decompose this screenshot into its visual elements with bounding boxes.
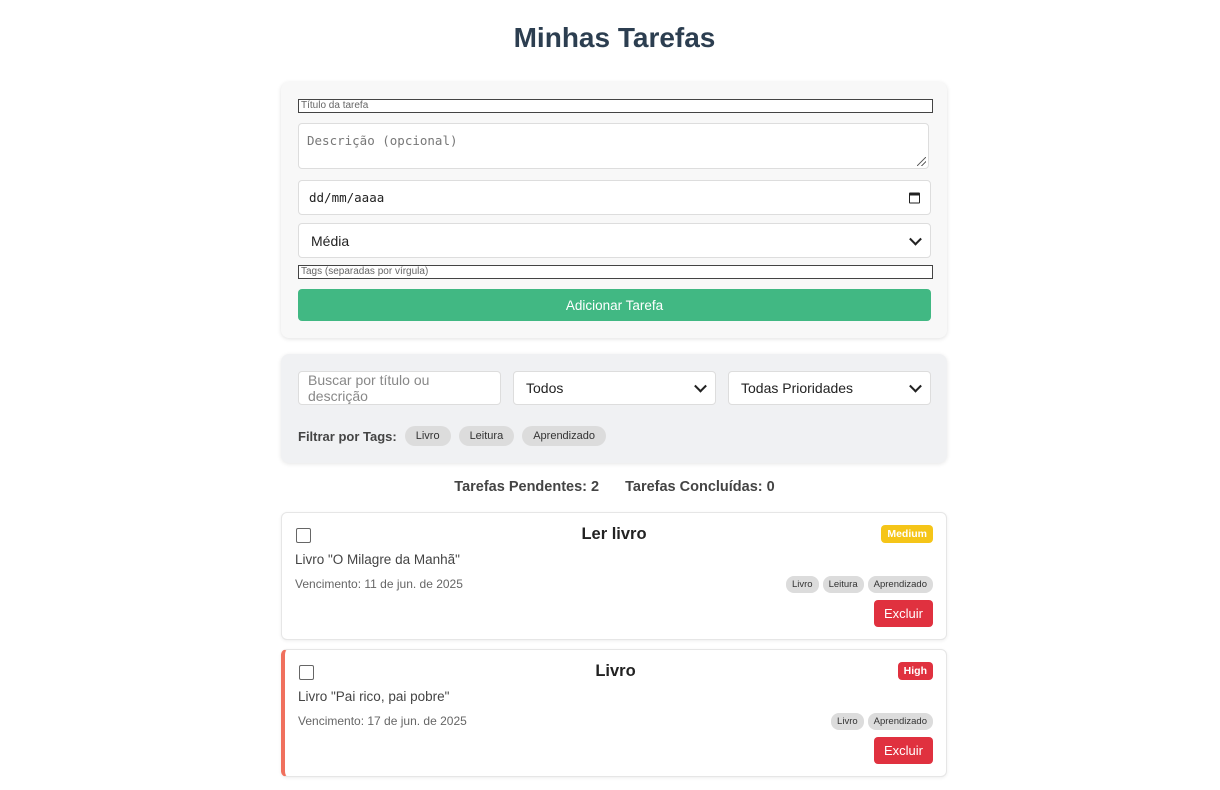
pending-count: Tarefas Pendentes: 2 <box>454 479 600 495</box>
task-card: Livro High Livro "Pai rico, pai pobre" V… <box>281 649 947 777</box>
priority-filter-select[interactable]: Todas Prioridades <box>728 371 931 405</box>
title-input[interactable]: Título da tarefa <box>298 99 933 113</box>
task-title: Ler livro <box>581 525 647 543</box>
add-task-button[interactable]: Adicionar Tarefa <box>298 289 931 321</box>
task-tags: Livro Leitura Aprendizado <box>782 576 933 593</box>
chevron-down-icon <box>694 379 707 393</box>
description-textarea[interactable]: Descrição (opcional) <box>298 123 929 169</box>
priority-badge: High <box>897 662 933 680</box>
task-due-date: Vencimento: 11 de jun. de 2025 <box>295 577 463 591</box>
task-title: Livro <box>595 662 636 680</box>
task-description: Livro "Pai rico, pai pobre" <box>298 689 450 704</box>
task-counters: Tarefas Pendentes: 2 Tarefas Concluídas: … <box>0 479 1220 495</box>
priority-select-value: Média <box>311 232 350 249</box>
task-tag: Livro <box>785 576 819 593</box>
tag-filter-label: Filtrar por Tags: <box>298 428 397 444</box>
priority-select[interactable]: Média <box>298 223 931 258</box>
tag-filter-chip[interactable]: Livro <box>404 426 451 446</box>
due-date-input[interactable]: dd/mm/aaaa <box>298 180 931 215</box>
search-input[interactable]: Buscar por título ou descrição <box>298 371 501 405</box>
chevron-down-icon <box>909 232 922 246</box>
priority-badge: Medium <box>881 525 933 543</box>
task-tag: Livro <box>831 713 864 730</box>
add-task-form: Título da tarefa Descrição (opcional) dd… <box>281 82 947 338</box>
page-title: Minhas Tarefas <box>513 22 716 53</box>
status-filter-value: Todos <box>526 380 564 396</box>
task-tags: Livro Aprendizado <box>827 713 933 730</box>
chevron-down-icon <box>909 379 922 393</box>
calendar-icon[interactable] <box>909 192 920 203</box>
delete-button[interactable]: Excluir <box>873 600 933 627</box>
tags-input[interactable]: Tags (separadas por vírgula) <box>298 265 933 279</box>
page: Minhas Tarefas Título da tarefa Descriçã… <box>0 0 1220 790</box>
resize-grip-icon[interactable] <box>917 157 926 166</box>
delete-button[interactable]: Excluir <box>873 737 933 764</box>
tag-filter-row: Filtrar por Tags: Livro Leitura Aprendiz… <box>298 426 614 446</box>
completed-count: Tarefas Concluídas: 0 <box>625 479 775 495</box>
task-tag: Leitura <box>822 576 864 593</box>
priority-filter-value: Todas Prioridades <box>741 380 854 396</box>
task-tag: Aprendizado <box>867 576 933 593</box>
status-filter-select[interactable]: Todos <box>513 371 716 405</box>
tag-filter-chip[interactable]: Leitura <box>458 426 515 446</box>
tag-filter-chip[interactable]: Aprendizado <box>522 426 606 446</box>
filter-panel: Buscar por título ou descrição Todos Tod… <box>281 354 947 463</box>
description-placeholder: Descrição (opcional) <box>307 133 458 148</box>
task-description: Livro "O Milagre da Manhã" <box>295 552 460 567</box>
due-date-placeholder: dd/mm/aaaa <box>309 190 385 205</box>
task-tag: Aprendizado <box>867 713 933 730</box>
task-due-date: Vencimento: 17 de jun. de 2025 <box>298 714 467 728</box>
task-card: Ler livro Medium Livro "O Milagre da Man… <box>281 512 947 640</box>
